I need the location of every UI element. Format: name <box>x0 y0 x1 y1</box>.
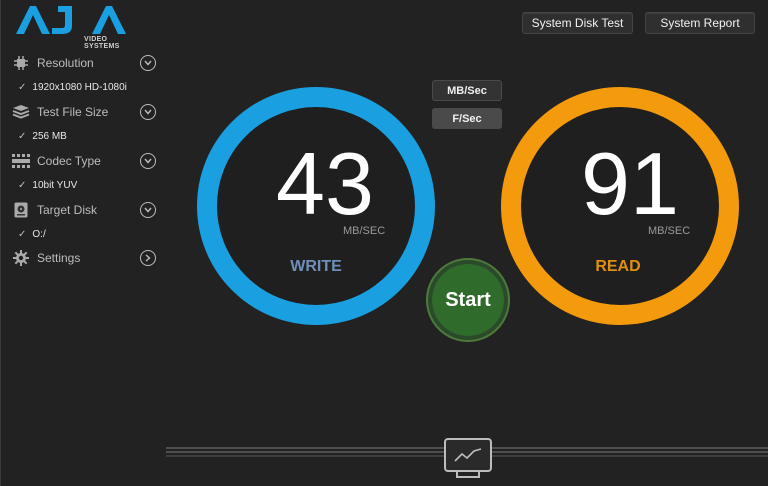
graph-stand-icon <box>456 472 480 478</box>
mb-sec-button[interactable]: MB/Sec <box>432 80 502 101</box>
sidebar-item-label: Resolution <box>37 56 94 70</box>
f-sec-button[interactable]: F/Sec <box>432 108 502 129</box>
chevron-down-icon[interactable] <box>140 153 156 169</box>
gear-icon <box>12 249 30 267</box>
check-icon: ✓ <box>18 229 27 240</box>
resolution-value: ✓ 1920x1080 HD-1080i <box>18 82 127 93</box>
write-speed-value: 43 <box>276 134 374 233</box>
start-button[interactable]: Start <box>426 258 510 342</box>
read-speed-value: 91 <box>581 134 679 233</box>
chevron-right-icon[interactable] <box>140 250 156 266</box>
chevron-down-icon[interactable] <box>140 55 156 71</box>
logo-subtitle: VIDEO SYSTEMS <box>84 36 120 50</box>
sidebar-item-label: Target Disk <box>37 203 98 217</box>
check-icon: ✓ <box>18 180 27 191</box>
sidebar-item-codec-type[interactable]: Codec Type <box>12 150 156 172</box>
sidebar-item-label: Settings <box>37 251 81 265</box>
window-edge <box>0 0 1 486</box>
graph-view-button[interactable] <box>444 438 492 472</box>
file-stack-icon <box>12 103 30 121</box>
disk-icon <box>12 201 30 219</box>
read-label: READ <box>595 258 641 275</box>
write-speed-unit: MB/SEC <box>343 225 386 237</box>
aja-logo: VIDEO SYSTEMS <box>14 4 136 50</box>
codec-grid-icon <box>12 152 30 170</box>
test-file-size-value: ✓ 256 MB <box>18 131 67 142</box>
target-disk-value: ✓ O:/ <box>18 229 46 240</box>
line-graph-icon <box>454 448 482 462</box>
sidebar-item-settings[interactable]: Settings <box>12 247 156 269</box>
write-label: WRITE <box>290 258 342 275</box>
chevron-down-icon[interactable] <box>140 202 156 218</box>
sidebar-item-resolution[interactable]: Resolution <box>12 52 156 74</box>
sidebar-item-target-disk[interactable]: Target Disk <box>12 199 156 221</box>
read-speed-unit: MB/SEC <box>648 225 691 237</box>
check-icon: ✓ <box>18 131 27 142</box>
start-button-label: Start <box>432 264 504 336</box>
sidebar-item-label: Codec Type <box>37 154 101 168</box>
aja-logo-mark <box>16 6 126 34</box>
chevron-down-icon[interactable] <box>140 104 156 120</box>
check-icon: ✓ <box>18 82 27 93</box>
sidebar-item-test-file-size[interactable]: Test File Size <box>12 101 156 123</box>
system-report-button[interactable]: System Report <box>645 12 755 34</box>
sidebar-item-label: Test File Size <box>37 105 109 119</box>
resolution-icon <box>12 54 30 72</box>
codec-type-value: ✓ 10bit YUV <box>18 180 78 191</box>
system-disk-test-button[interactable]: System Disk Test <box>522 12 633 34</box>
